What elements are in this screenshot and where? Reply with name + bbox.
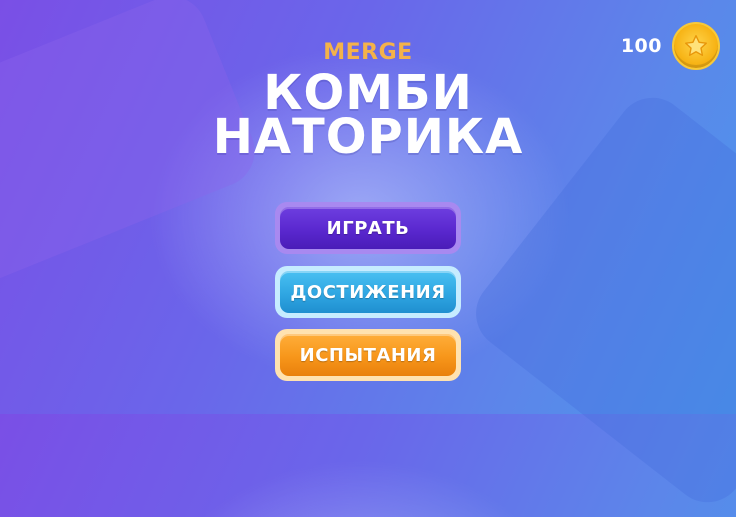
play-button[interactable]: ИГРАТЬ	[275, 202, 461, 254]
game-title: MERGE КОМБИ НАТОРИКА	[0, 40, 736, 165]
achievements-button-label: ДОСТИЖЕНИЯ	[280, 271, 456, 313]
play-button-label: ИГРАТЬ	[280, 207, 456, 249]
title-subtitle: MERGE	[323, 40, 413, 65]
achievements-button[interactable]: ДОСТИЖЕНИЯ	[275, 266, 461, 318]
title-line-2: НАТОРИКА	[212, 109, 524, 165]
trials-button-label: ИСПЫТАНИЯ	[280, 334, 456, 376]
trials-button[interactable]: ИСПЫТАНИЯ	[275, 329, 461, 381]
